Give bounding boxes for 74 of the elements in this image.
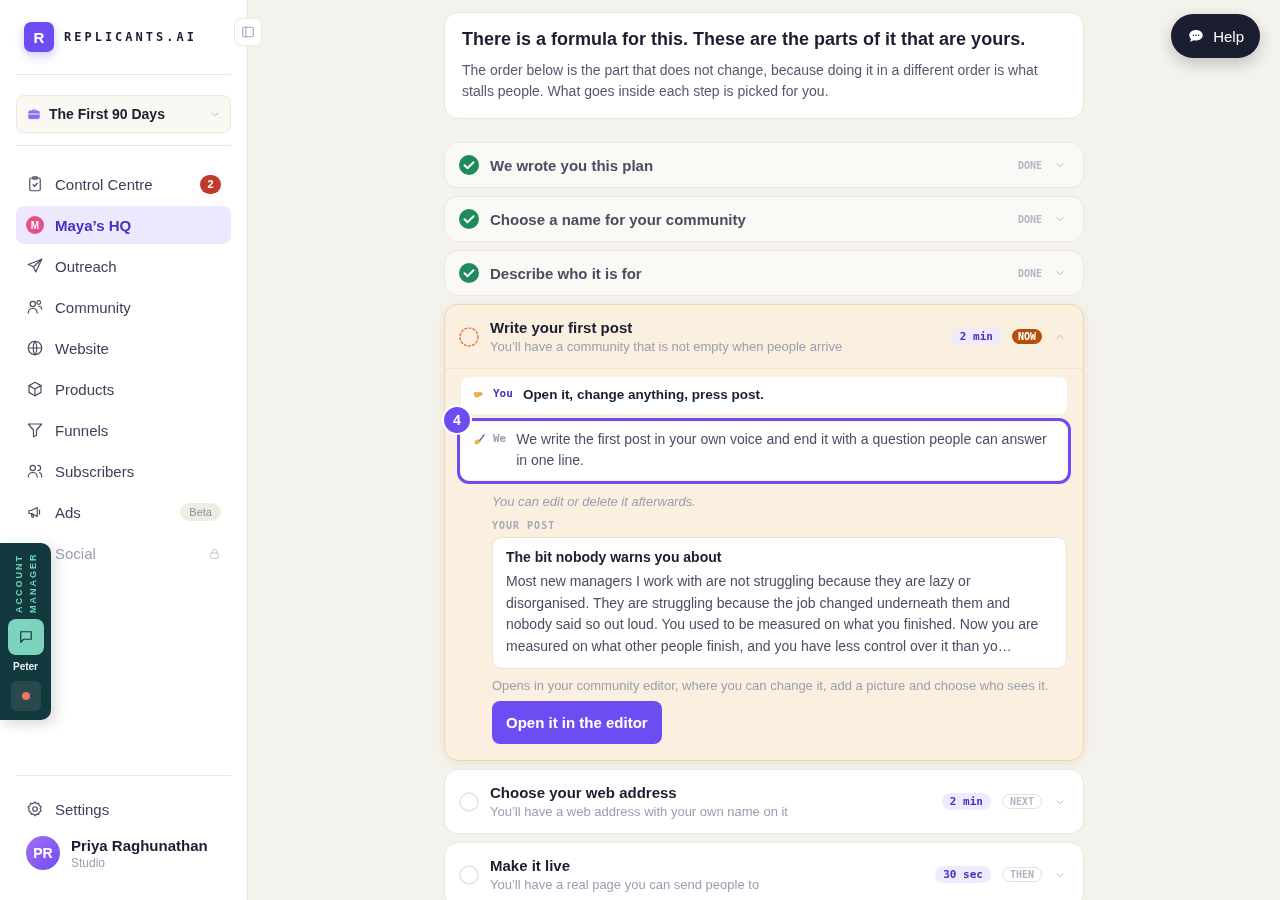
- status-label: DONE: [1017, 158, 1042, 173]
- user-name: Priya Raghunathan: [71, 836, 208, 854]
- nav-item[interactable]: Control Centre 2: [16, 165, 231, 203]
- time-badge: 30 sec: [935, 866, 991, 884]
- intro-title: There is a formula for this. These are the parts of it that are yours.: [462, 29, 1027, 50]
- step-subtitle: You’ll have a community that is not empty when people arrive: [490, 339, 844, 354]
- nav-item[interactable]: Website: [16, 329, 231, 367]
- globe-icon: [26, 339, 44, 357]
- chat-button[interactable]: [7, 619, 44, 655]
- workspace-selector[interactable]: The First 90 Days: [16, 95, 231, 133]
- briefcase-icon: [27, 107, 41, 121]
- intro-text: The order below is the part that does not change, because doing it in a different order is what stalls people. What goes inside each step is picked for you.: [462, 61, 1039, 101]
- user-avatar: PR: [26, 836, 60, 870]
- lock-icon: [208, 546, 221, 560]
- check-circle-icon: [459, 155, 479, 175]
- step-subtitle: You’ll have a real page you can send people to: [490, 877, 761, 893]
- avatar-icon: M: [26, 216, 44, 234]
- role-text: Open it, change anything, press post.: [522, 386, 764, 404]
- open-editor-button[interactable]: Open it in the editor: [492, 701, 662, 745]
- role-label: You: [493, 387, 513, 400]
- brand-name: REPLICANTS.AI: [64, 30, 197, 44]
- users-icon: [26, 298, 44, 316]
- status-label: DONE: [1017, 212, 1042, 227]
- empty-circle-icon: [459, 791, 479, 812]
- nav-item[interactable]: M Maya’s HQ: [16, 206, 231, 244]
- nav-item[interactable]: Products: [16, 370, 231, 408]
- step-title: We wrote you this plan: [490, 156, 655, 174]
- count-badge: 2: [200, 174, 221, 194]
- nav-item[interactable]: Outreach: [16, 247, 231, 285]
- step-marker: 4: [442, 405, 472, 435]
- account-manager-label: ACCOUNT MANAGER: [12, 551, 39, 613]
- step-title: Choose your web address: [490, 784, 678, 802]
- beta-tag: Beta: [180, 503, 221, 521]
- nav-item[interactable]: Ads Beta: [16, 493, 231, 531]
- step-title: Choose a name for your community: [490, 210, 747, 228]
- box-icon: [26, 380, 44, 398]
- post-title: The bit nobody warns you about: [506, 549, 723, 565]
- send-icon: [26, 257, 44, 275]
- sidebar-toggle[interactable]: [234, 18, 262, 46]
- nav-item[interactable]: Community: [16, 288, 231, 326]
- hint-text: Opens in your community editor, where you can change it, add a picture and choose who sees it.: [492, 677, 1050, 695]
- settings-link[interactable]: Settings: [16, 790, 231, 828]
- workspace-name: The First 90 Days: [49, 106, 166, 122]
- logo-mark: R: [24, 22, 54, 52]
- users-icon: [26, 462, 44, 480]
- writing-hand-icon: [473, 432, 487, 446]
- settings-icon: [26, 800, 44, 818]
- empty-circle-icon: [459, 864, 479, 885]
- role-text: We write the first post in your own voice and end it with a question people can answer in one line.: [516, 430, 1048, 470]
- nav-item[interactable]: Subscribers: [16, 452, 231, 490]
- clipboard-icon: [26, 175, 44, 193]
- time-badge: 2 min: [941, 793, 991, 811]
- help-button[interactable]: Help: [1171, 14, 1260, 58]
- time-badge: 2 min: [951, 328, 1001, 345]
- step-subtitle: You’ll have a web address with your own name on it: [490, 804, 789, 820]
- status-label: DONE: [1017, 266, 1042, 281]
- step-title: Make it live: [490, 857, 572, 875]
- role-label: We: [493, 432, 507, 445]
- step-title: Write your first post: [490, 319, 634, 336]
- note-text: You can edit or delete it afterwards.: [492, 494, 697, 509]
- funnel-icon: [26, 421, 44, 439]
- chat-bubble-icon: [1187, 27, 1206, 45]
- record-button[interactable]: [10, 681, 41, 711]
- section-label: YOUR POST: [492, 520, 557, 531]
- check-circle-icon: [459, 209, 479, 229]
- sidebar-icon: [240, 24, 256, 40]
- step-title: Describe who it is for: [490, 264, 643, 282]
- nav-item[interactable]: Funnels: [16, 411, 231, 449]
- check-circle-icon: [459, 263, 479, 283]
- post-body: Most new managers I work with are not struggling because they are lazy or disorganised. They are struggling because the job changed underneath them and nobody said so out loud. You used to be measured on what you finished. Now you are measured on what other people finish, and you have less control over it than yo…: [506, 572, 1040, 656]
- manager-name: Peter: [13, 661, 38, 672]
- user-plan: Studio: [71, 855, 107, 870]
- status-badge: NOW: [1011, 329, 1042, 344]
- dashed-circle-icon: [459, 326, 479, 347]
